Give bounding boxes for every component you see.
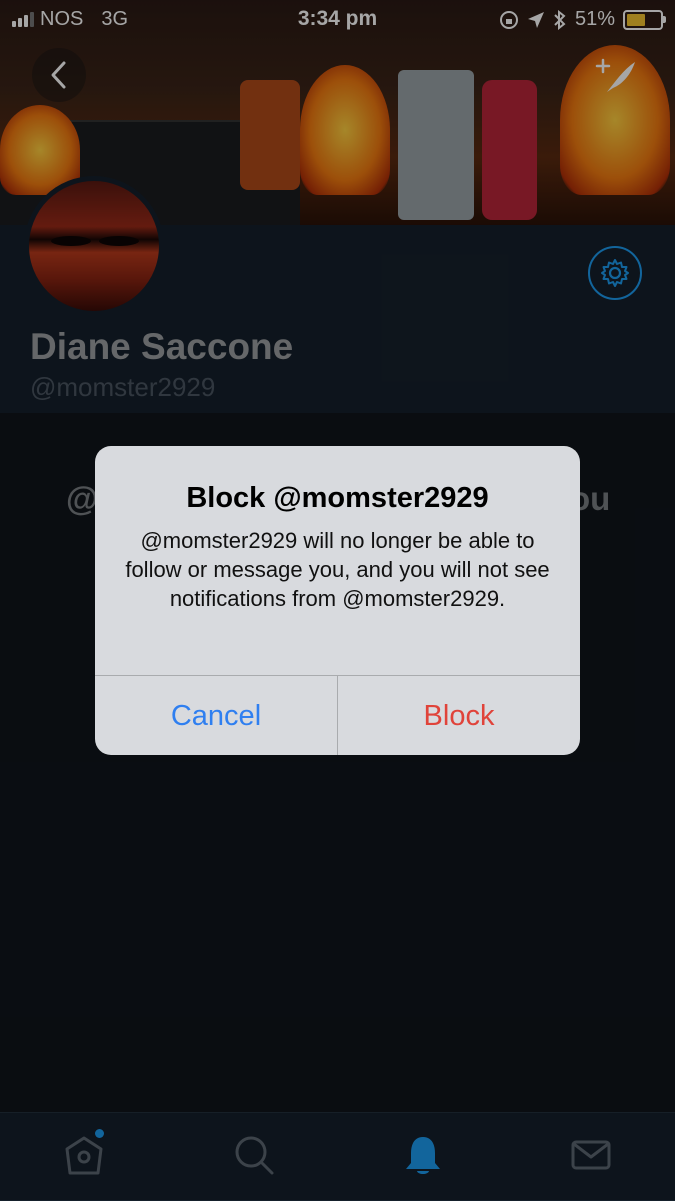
cancel-button[interactable]: Cancel [95, 676, 338, 755]
dialog-message: @momster2929 will no longer be able to f… [125, 528, 550, 611]
block-button[interactable]: Block [338, 676, 580, 755]
dialog-actions: Cancel Block [95, 675, 580, 755]
dialog-title: Block @momster2929 [186, 482, 489, 514]
block-confirm-dialog: Block @momster2929 @momster2929 will no … [95, 446, 580, 755]
